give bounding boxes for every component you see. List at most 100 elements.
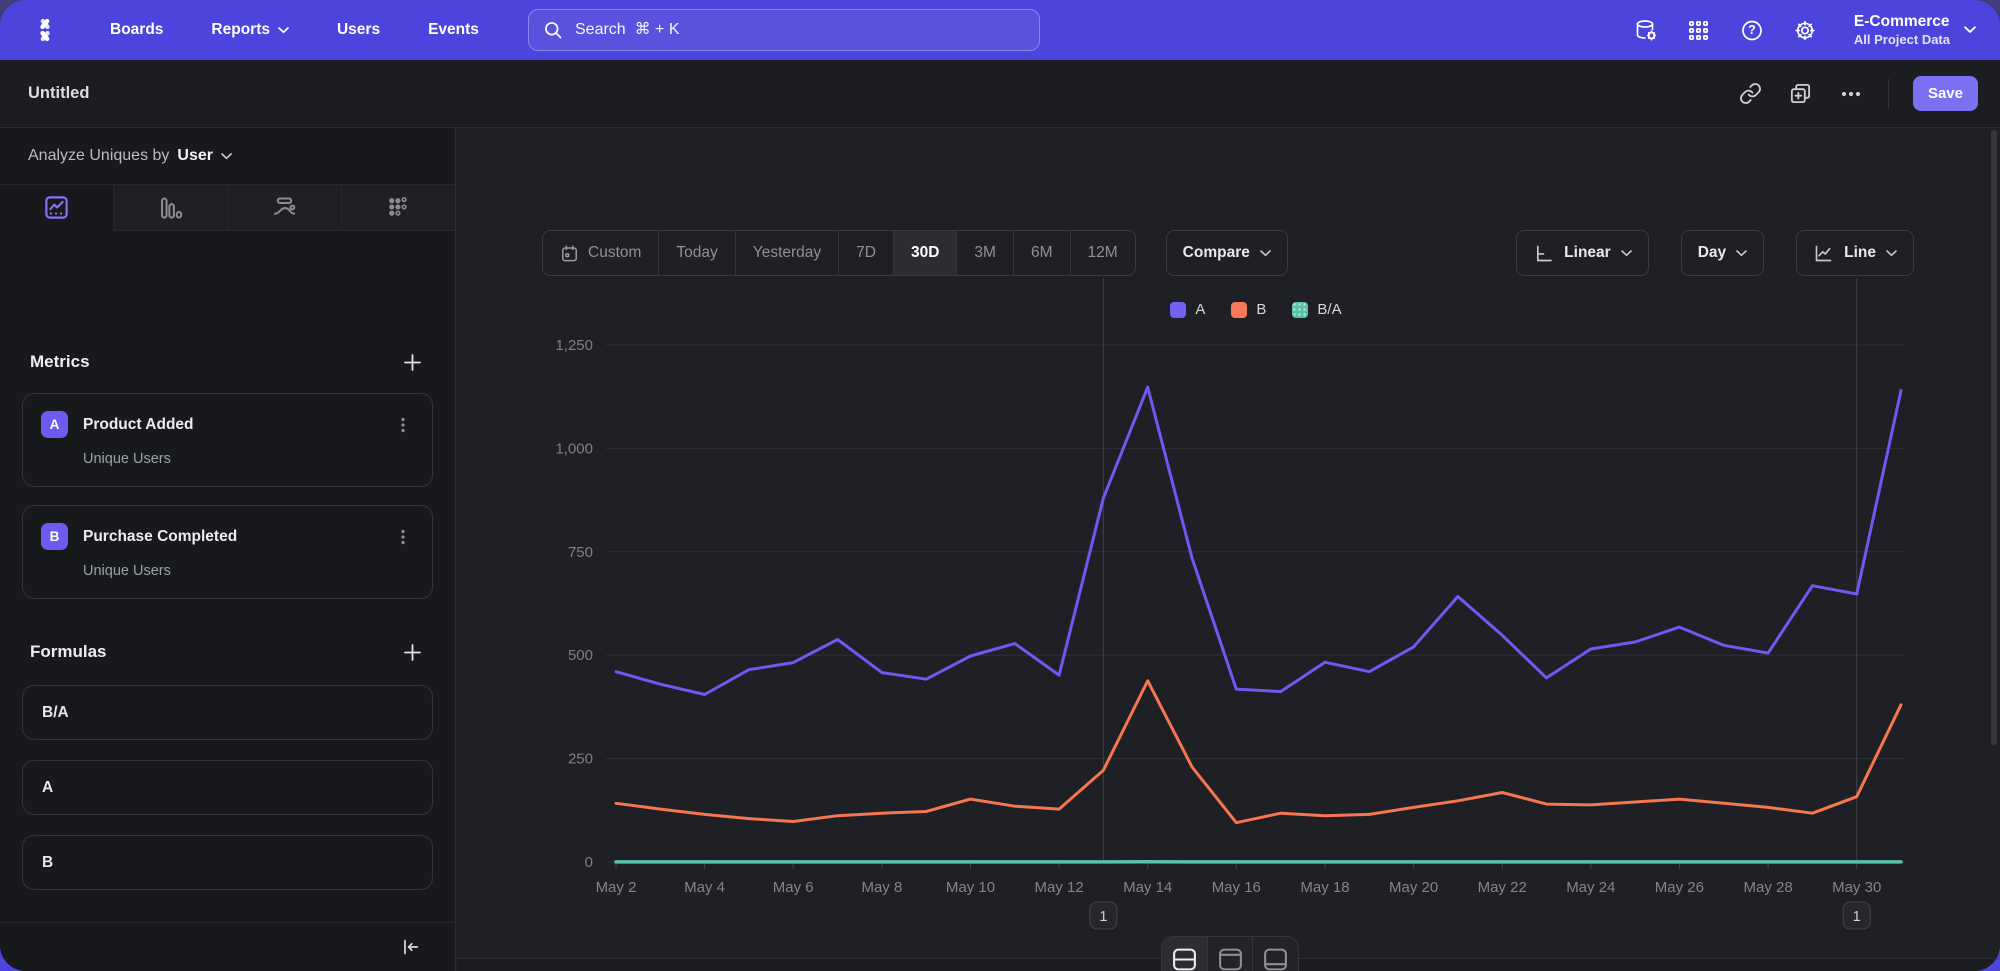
metric-card-b[interactable]: B Purchase Completed Unique Users [22,505,433,599]
y-axis-label: 1,000 [555,440,593,457]
nav-item-events[interactable]: Events [428,21,479,39]
scrollbar-thumb[interactable] [1991,130,1997,745]
metrics-title: Metrics [30,352,90,372]
more-options-icon[interactable] [1838,81,1864,107]
analyze-label: Analyze Uniques by [28,147,169,165]
chevron-down-icon [278,27,289,34]
analyze-uniques-row: Analyze Uniques by User [0,128,455,185]
line-chart[interactable]: 0 250 500 750 1,000 1,250 May 2 May 4 May 6 May 8… [457,128,2000,971]
retention-grid-icon [385,194,412,221]
annotation-badge-label: 1 [1099,909,1107,925]
analyze-value-dropdown[interactable]: User [177,147,213,165]
tab-insights[interactable] [0,185,114,231]
tab-flows[interactable] [228,185,342,231]
save-button[interactable]: Save [1913,76,1978,111]
apps-grid-icon[interactable] [1687,18,1711,42]
x-axis-label: May 4 [684,879,725,896]
nav-item-label: Users [337,21,380,39]
annotation-badge-label: 1 [1853,909,1861,925]
metric-options-icon[interactable] [392,414,414,436]
metrics-section-header: Metrics [22,349,433,375]
series-line-b[interactable] [616,681,1901,823]
y-axis-label: 500 [568,647,593,664]
layout-toggle-group [1161,936,1299,971]
tab-retention[interactable] [342,185,455,231]
divider [1888,79,1889,109]
project-info: E-Commerce All Project Data [1854,12,1950,48]
nav-right-cluster: ? E-Commerce All Project Data [1634,0,1976,60]
layout-bottom-view-button[interactable] [1253,937,1298,971]
formula-name: A [42,779,53,797]
formula-card-a[interactable]: A [22,760,433,815]
metric-name[interactable]: Purchase Completed [83,528,237,546]
collapse-sidebar-icon[interactable] [399,936,421,958]
x-axis-label: May 22 [1478,879,1527,896]
report-title[interactable]: Untitled [28,84,89,103]
settings-gear-icon[interactable] [1793,18,1817,42]
content-frame: Untitled [0,60,2000,971]
project-switcher[interactable]: E-Commerce All Project Data [1846,12,1976,48]
help-glyph: ? [1748,23,1756,37]
chevron-down-icon [1964,26,1976,34]
x-axis-label: May 10 [946,879,995,896]
help-icon[interactable]: ? [1740,18,1764,42]
report-header-actions: Save [1738,76,1978,111]
app-window: Boards Reports Users Events [0,0,2000,971]
nav-item-label: Boards [110,21,163,39]
metric-name[interactable]: Product Added [83,416,194,434]
report-type-tabs [0,185,455,231]
x-axis-label: May 24 [1566,879,1615,896]
x-axis-label: May 8 [861,879,902,896]
x-axis-label: May 16 [1212,879,1261,896]
series-line-a[interactable] [616,387,1901,694]
query-sidebar: Analyze Uniques by User [0,128,456,971]
tab-funnels[interactable] [114,185,228,231]
x-axis-label: May 30 [1832,879,1881,896]
metric-card-a[interactable]: A Product Added Unique Users [22,393,433,487]
flows-icon [271,194,298,221]
project-scope: All Project Data [1854,32,1950,48]
sidebar-body: Metrics A Product Added Unique Users [0,349,455,890]
metric-options-icon[interactable] [392,526,414,548]
nav-item-users[interactable]: Users [337,21,380,39]
search-input[interactable] [573,20,1025,40]
layout-split-view-button[interactable] [1162,937,1208,971]
y-axis-label: 1,250 [555,337,593,354]
nav-item-label: Reports [211,21,270,39]
nav-item-reports[interactable]: Reports [211,21,289,39]
layout-top-view-button[interactable] [1208,937,1254,971]
top-nav: Boards Reports Users Events [0,0,2000,60]
add-metric-button[interactable] [399,349,425,375]
y-axis-label: 750 [568,544,593,561]
x-axis-label: May 12 [1034,879,1083,896]
x-axis-label: May 14 [1123,879,1172,896]
data-management-icon[interactable] [1634,18,1658,42]
nav-item-label: Events [428,21,479,39]
metric-badge: A [41,411,68,438]
metric-measure[interactable]: Unique Users [83,451,414,467]
search-icon [543,20,563,40]
formula-name: B [42,854,53,872]
global-search[interactable] [528,9,1040,51]
formula-name: B/A [42,704,69,722]
metric-measure[interactable]: Unique Users [83,563,414,579]
formulas-title: Formulas [30,642,107,662]
x-axis-label: May 26 [1655,879,1704,896]
formulas-section-header: Formulas [22,639,433,665]
chevron-down-icon [221,153,232,160]
x-axis-label: May 6 [773,879,814,896]
formula-card-b[interactable]: B [22,835,433,890]
x-axis-label: May 2 [596,879,637,896]
nav-item-boards[interactable]: Boards [110,21,163,39]
mixpanel-logo-icon[interactable] [30,15,60,45]
chart-panel: Custom Today Yesterday 7D 30D 3M 6M 12M … [457,128,2000,971]
y-axis-label: 0 [585,854,593,871]
funnels-bars-icon [157,194,184,221]
insights-chart-icon [43,194,70,221]
add-formula-button[interactable] [399,639,425,665]
y-axis-label: 250 [568,751,593,768]
formula-card-ba[interactable]: B/A [22,685,433,740]
copy-link-icon[interactable] [1738,81,1764,107]
sidebar-footer [0,922,455,971]
duplicate-icon[interactable] [1788,81,1814,107]
